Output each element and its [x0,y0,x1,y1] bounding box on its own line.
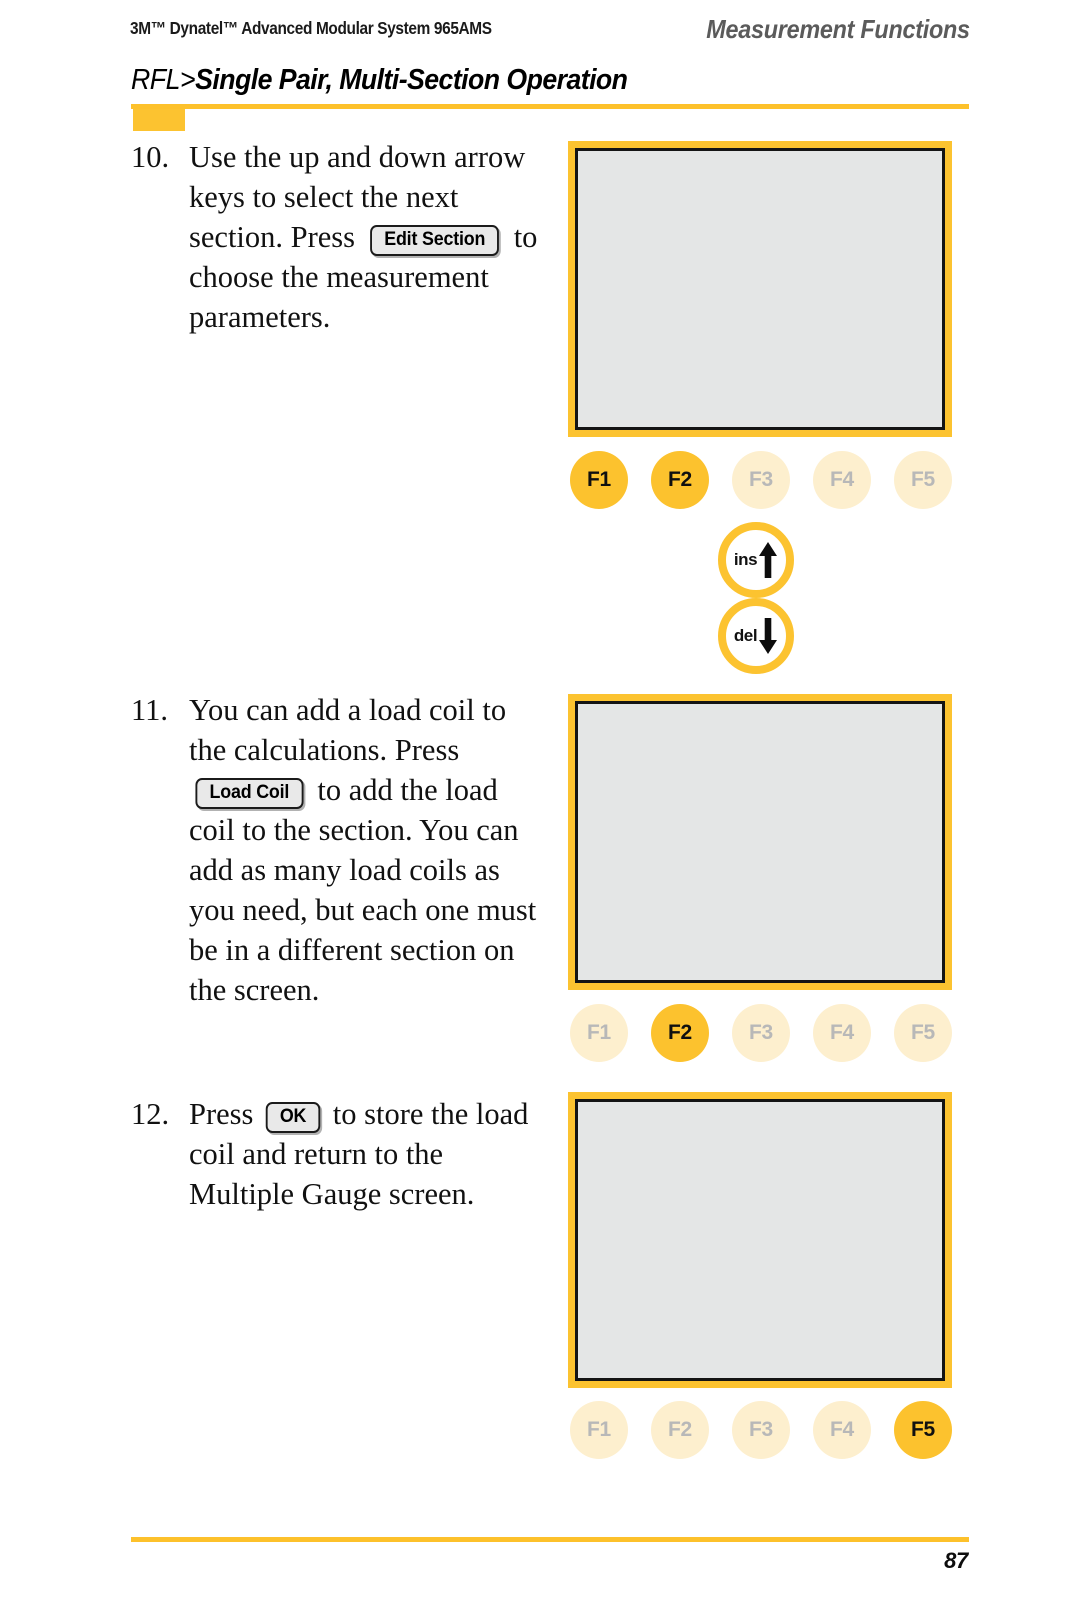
section-title-text: Measurement Functions [706,14,971,44]
step-text: Press OK to store the load coil and retu… [189,1094,541,1214]
lcd-display-2 [575,701,945,983]
arrow-up-icon [758,541,778,579]
function-key-f4[interactable]: F4 [813,451,871,509]
ok-softkey[interactable]: OK [265,1102,321,1133]
step-text-before: You can add a load coil to the calculati… [189,693,507,767]
step-number: 12. [131,1097,170,1131]
step-number: 11. [131,693,168,727]
arrow-down-icon [758,617,778,655]
function-key-row-3: F1 F2 F3 F4 F5 [570,1400,952,1460]
insert-up-arrow-key[interactable]: ins [718,522,794,598]
page-title: RFL>Single Pair, Multi-Section Operation [131,64,628,97]
edit-section-softkey[interactable]: Edit Section [369,225,499,256]
page-number: 87 [944,1548,968,1573]
function-key-f5[interactable]: F5 [894,451,952,509]
page-title-main: Single Pair, Multi-Section Operation [195,64,628,96]
function-key-f4[interactable]: F4 [813,1401,871,1459]
function-key-row-1: F1 F2 F3 F4 F5 [570,450,952,510]
device-screen-1 [568,141,952,437]
function-key-f5[interactable]: F5 [894,1401,952,1459]
function-key-f5[interactable]: F5 [894,1004,952,1062]
title-divider-rule [131,104,969,109]
footer-divider-rule [131,1537,969,1542]
delete-down-arrow-key[interactable]: del [718,598,794,674]
step-item-10: 10. Use the up and down arrow keys to se… [131,137,551,337]
function-key-f4[interactable]: F4 [813,1004,871,1062]
function-key-f1[interactable]: F1 [570,1004,628,1062]
title-accent-tab [133,109,185,131]
step-number: 10. [131,140,170,174]
lcd-display-3 [575,1099,945,1381]
step-text-before: Press [189,1097,254,1131]
lcd-display-1 [575,148,945,430]
page-title-prefix: RFL> [131,64,196,96]
step-item-11: 11. You can add a load coil to the calcu… [131,690,541,1010]
delete-key-label: del [733,626,758,645]
function-key-row-2: F1 F2 F3 F4 F5 [570,1003,952,1063]
page-header: 3M™ Dynatel™ Advanced Modular System 965… [130,14,970,52]
function-key-f2[interactable]: F2 [651,451,709,509]
function-key-f2[interactable]: F2 [651,1004,709,1062]
function-key-f1[interactable]: F1 [570,451,628,509]
function-key-f1[interactable]: F1 [570,1401,628,1459]
device-screen-2 [568,694,952,990]
function-key-f3[interactable]: F3 [732,1401,790,1459]
function-key-f3[interactable]: F3 [732,1004,790,1062]
product-name-text: 3M™ Dynatel™ Advanced Modular System 965… [130,18,492,38]
insert-key-label: ins [733,550,758,569]
step-text: Use the up and down arrow keys to select… [189,137,551,337]
load-coil-softkey[interactable]: Load Coil [195,778,304,809]
function-key-f2[interactable]: F2 [651,1401,709,1459]
step-item-12: 12. Press OK to store the load coil and … [131,1094,541,1214]
step-text: You can add a load coil to the calculati… [189,690,541,1010]
function-key-f3[interactable]: F3 [732,451,790,509]
device-screen-3 [568,1092,952,1388]
